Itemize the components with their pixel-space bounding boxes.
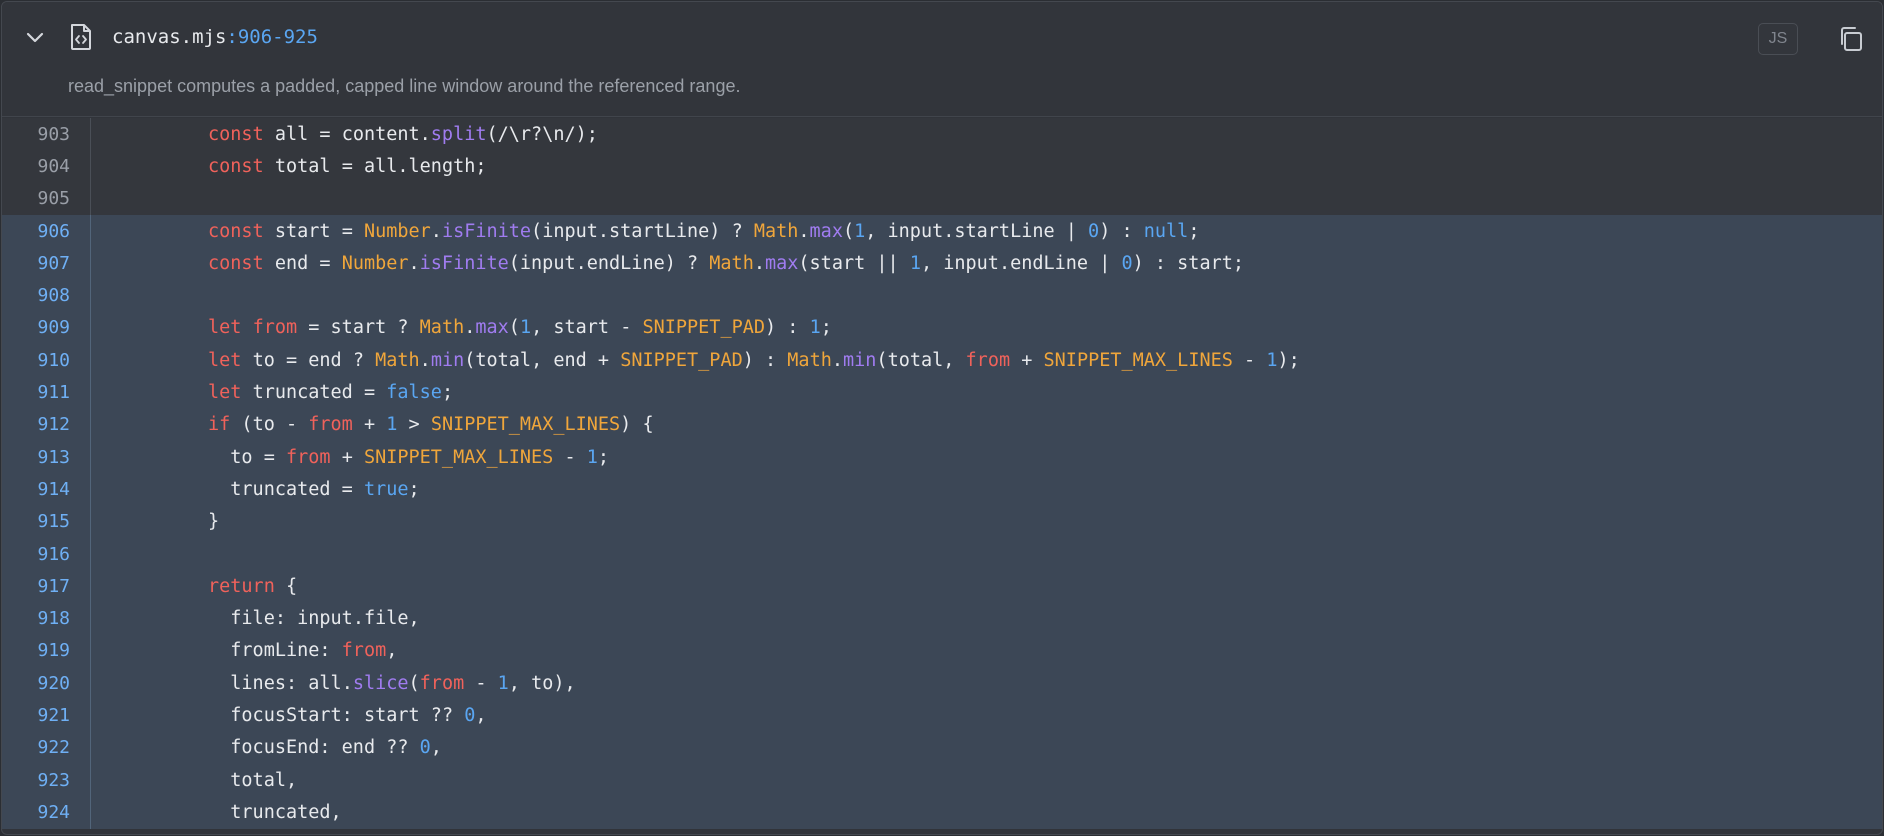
code-line: 921 focusStart: start ?? 0,: [2, 699, 1882, 732]
code-line: 915}: [2, 505, 1882, 538]
gutter-divider: [72, 602, 91, 635]
line-code: to = from + SNIPPET_MAX_LINES - 1;: [230, 446, 610, 468]
gutter-divider: [72, 408, 91, 441]
code-line: 906 const start = Number.isFinite(input.s…: [2, 214, 1882, 248]
code-line: 918 file: input.file,: [2, 602, 1882, 635]
gutter-divider: [72, 537, 91, 571]
gutter-divider: [72, 118, 91, 151]
line-number: 905: [37, 188, 70, 210]
code-line: 916: [2, 537, 1882, 571]
gutter-divider: [72, 214, 91, 248]
gutter-divider: [72, 667, 91, 700]
code-line: 904 const total = all.length;: [2, 150, 1882, 183]
code-view: 903 const all = content.split(/\r?\n/); 90…: [2, 118, 1882, 834]
line-number: 904: [37, 155, 70, 177]
line-number: 923: [37, 769, 70, 791]
code-line: 903 const all = content.split(/\r?\n/);: [2, 118, 1882, 151]
line-number: 910: [37, 349, 70, 371]
snippet-header: canvas.mjs:906-925 JS read_snippet compu…: [2, 2, 1882, 117]
gutter-divider: [72, 150, 91, 183]
line-code: focusEnd: end ?? 0,: [230, 737, 442, 759]
code-line: 920 lines: all.slice(from - 1, to),: [2, 667, 1882, 700]
line-code: total,: [230, 769, 298, 791]
line-code: lines: all.slice(from - 1, to),: [230, 672, 576, 694]
line-range: :906-925: [226, 26, 318, 48]
snippet-description: read_snippet computes a padded, capped l…: [68, 76, 741, 96]
gutter-divider: [72, 763, 91, 797]
gutter-divider: [72, 634, 91, 668]
line-number: 914: [37, 478, 70, 500]
file-code-icon: [71, 24, 91, 50]
line-code: const start = Number.isFinite(input.star…: [208, 220, 1200, 242]
line-number: 915: [37, 511, 70, 533]
code-line: 912 if (to - from + 1 > SNIPPET_MAX_LINES…: [2, 408, 1882, 441]
line-number: 916: [37, 543, 70, 565]
line-code: truncated,: [230, 801, 342, 823]
line-number: 919: [37, 640, 70, 662]
gutter-divider: [72, 699, 91, 732]
gutter-divider: [72, 731, 91, 764]
line-code: const end = Number.isFinite(input.endLin…: [208, 252, 1245, 274]
line-code: focusStart: start ?? 0,: [230, 704, 487, 726]
gutter-divider: [72, 570, 91, 603]
code-line: 913 to = from + SNIPPET_MAX_LINES - 1;: [2, 440, 1882, 474]
gutter-divider: [72, 344, 91, 377]
code-line: 908: [2, 279, 1882, 312]
line-number: 909: [37, 317, 70, 339]
line-code: let from = start ? Math.max(1, start - S…: [208, 317, 832, 339]
line-number: 912: [37, 414, 70, 436]
gutter-divider: [72, 247, 91, 280]
line-number: 913: [37, 446, 70, 468]
line-number: 924: [37, 801, 70, 823]
language-badge: JS: [1758, 23, 1798, 55]
gutter-divider: [72, 505, 91, 538]
file-name: canvas.mjs: [112, 26, 227, 48]
gutter-divider: [72, 796, 91, 829]
copy-icon[interactable]: [1836, 24, 1866, 54]
code-line: 924 truncated,: [2, 796, 1882, 829]
code-line: 907 const end = Number.isFinite(input.end…: [2, 247, 1882, 280]
line-number: 921: [37, 704, 70, 726]
code-line: 922 focusEnd: end ?? 0,: [2, 731, 1882, 764]
line-number: 920: [37, 672, 70, 694]
gutter-divider: [72, 376, 91, 409]
code-line: 910 let to = end ? Math.min(total, end + …: [2, 344, 1882, 377]
line-code: let truncated = false;: [208, 382, 454, 404]
line-code: let to = end ? Math.min(total, end + SNI…: [208, 349, 1300, 371]
code-line: 917 return {: [2, 570, 1882, 603]
line-code: fromLine: from,: [230, 640, 398, 662]
line-number: 908: [37, 285, 70, 307]
line-number: 917: [37, 575, 70, 597]
line-code: const all = content.split(/\r?\n/);: [208, 123, 598, 145]
code-line: 914 truncated = true;: [2, 473, 1882, 506]
line-code: if (to - from + 1 > SNIPPET_MAX_LINES) {: [208, 414, 654, 436]
file-name-link[interactable]: canvas.mjs:906-925: [112, 26, 318, 48]
line-number: 918: [37, 608, 70, 630]
gutter-divider: [72, 473, 91, 506]
line-code: const total = all.length;: [208, 155, 487, 177]
code-snippet-panel: canvas.mjs:906-925 JS read_snippet compu…: [1, 1, 1883, 835]
line-number: 903: [37, 123, 70, 145]
line-code: truncated = true;: [230, 478, 420, 500]
line-number: 907: [37, 252, 70, 274]
gutter-divider: [72, 440, 91, 474]
line-number: 911: [37, 382, 70, 404]
gutter-divider: [72, 182, 91, 215]
chevron-down-icon[interactable]: [24, 26, 46, 48]
code-line: 923 total,: [2, 763, 1882, 797]
line-code: return {: [208, 575, 298, 597]
gutter-divider: [72, 311, 91, 345]
line-number: 906: [37, 220, 70, 242]
code-line: 905: [2, 182, 1882, 215]
code-line: 911 let truncated = false;: [2, 376, 1882, 409]
line-code: file: input.file,: [230, 608, 420, 630]
line-code: }: [208, 511, 220, 533]
gutter-divider: [72, 279, 91, 312]
line-number: 922: [37, 737, 70, 759]
code-line: 919 fromLine: from,: [2, 634, 1882, 668]
code-line: 909 let from = start ? Math.max(1, start …: [2, 311, 1882, 345]
